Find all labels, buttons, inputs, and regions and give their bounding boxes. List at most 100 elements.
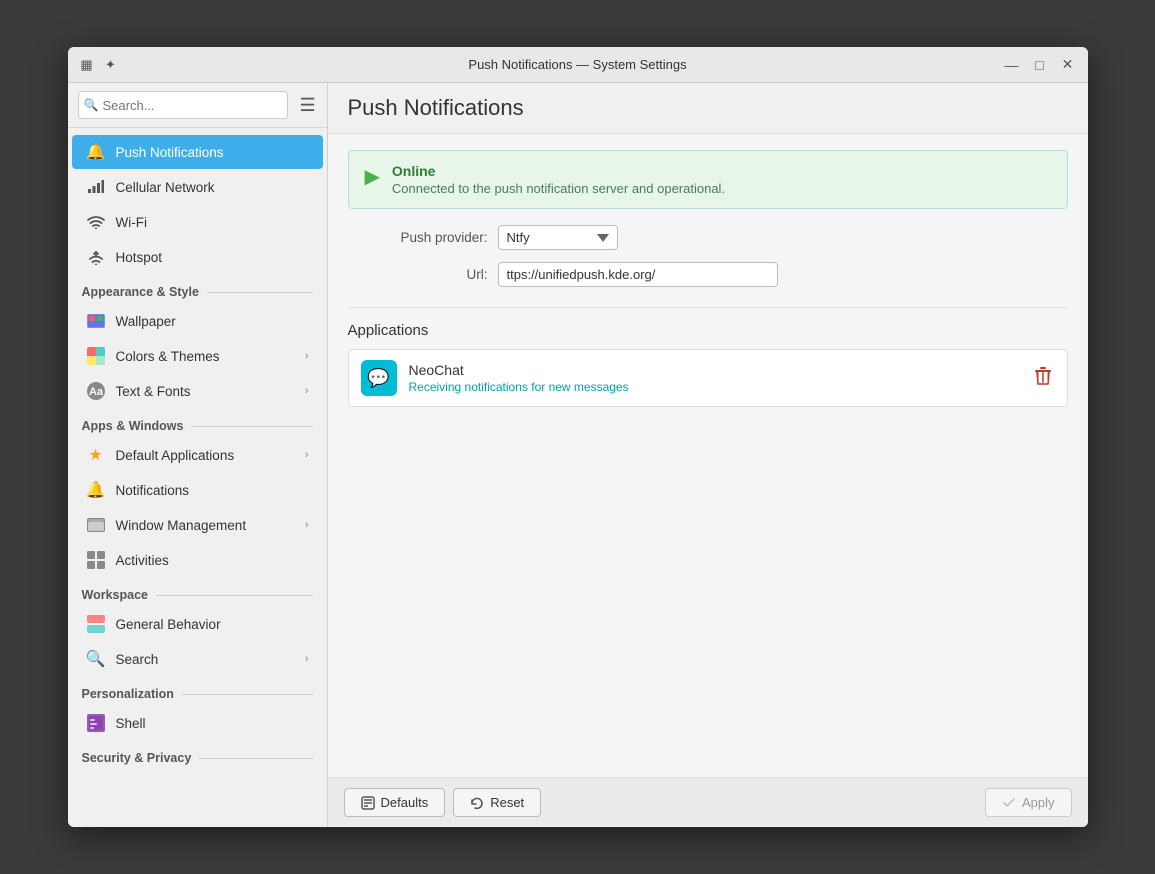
app-icon: ▦: [78, 56, 96, 74]
hotspot-icon: [86, 247, 106, 267]
status-title: Online: [392, 163, 725, 179]
main-layout: 🔍 ☰ 🔔 Push Notifications: [68, 83, 1088, 827]
defaults-icon: [361, 796, 375, 810]
text-fonts-icon: Aa: [86, 381, 106, 401]
app-info: NeoChat Receiving notifications for new …: [409, 362, 1019, 394]
sidebar-item-label: Window Management: [116, 518, 295, 533]
sidebar-item-shell[interactable]: Shell: [72, 706, 323, 740]
url-input[interactable]: [498, 262, 778, 287]
push-notifications-icon: 🔔: [86, 142, 106, 162]
sidebar: 🔍 ☰ 🔔 Push Notifications: [68, 83, 328, 827]
sidebar-item-hotspot[interactable]: Hotspot: [72, 240, 323, 274]
app-name: NeoChat: [409, 362, 1019, 378]
security-section-header: Security & Privacy: [68, 741, 327, 769]
default-apps-icon: ★: [86, 445, 106, 465]
search-input[interactable]: [78, 91, 288, 119]
sidebar-item-default-applications[interactable]: ★ Default Applications ›: [72, 438, 323, 472]
apply-label: Apply: [1022, 795, 1055, 810]
sidebar-item-label: Hotspot: [116, 250, 309, 265]
app-icon: 💬: [361, 360, 397, 396]
sidebar-item-label: Cellular Network: [116, 180, 309, 195]
sidebar-item-label: Colors & Themes: [116, 349, 295, 364]
sidebar-item-label: Default Applications: [116, 448, 295, 463]
status-text: Online Connected to the push notificatio…: [392, 163, 725, 196]
app-delete-button[interactable]: [1031, 363, 1055, 394]
sidebar-item-activities[interactable]: Activities: [72, 543, 323, 577]
chevron-icon: ›: [305, 350, 309, 362]
notifications-icon: 🔔: [86, 480, 106, 500]
apply-button[interactable]: Apply: [985, 788, 1072, 817]
close-button[interactable]: ✕: [1058, 55, 1078, 75]
content-area: Push Notifications ▶ Online Connected to…: [328, 83, 1088, 827]
titlebar: ▦ ✦ Push Notifications — System Settings…: [68, 47, 1088, 83]
chevron-icon: ›: [305, 653, 309, 665]
pin-icon: ✦: [102, 56, 120, 74]
status-online-icon: ▶: [365, 164, 380, 189]
maximize-button[interactable]: □: [1030, 55, 1050, 75]
window-management-icon: [86, 515, 106, 535]
page-title: Push Notifications: [348, 95, 1068, 121]
minimize-button[interactable]: —: [1002, 55, 1022, 75]
sidebar-item-label: Shell: [116, 716, 309, 731]
apply-icon: [1002, 796, 1016, 810]
applications-title: Applications: [348, 322, 1068, 339]
wallpaper-icon: [86, 311, 106, 331]
applications-section: Applications 💬 NeoChat Receiving notific…: [348, 307, 1068, 407]
sidebar-item-cellular-network[interactable]: Cellular Network: [72, 170, 323, 204]
chevron-icon: ›: [305, 449, 309, 461]
content-body: ▶ Online Connected to the push notificat…: [328, 134, 1088, 777]
sidebar-item-text-fonts[interactable]: Aa Text & Fonts ›: [72, 374, 323, 408]
sidebar-item-wallpaper[interactable]: Wallpaper: [72, 304, 323, 338]
sidebar-item-label: Search: [116, 652, 295, 667]
provider-select[interactable]: Ntfy: [498, 225, 618, 250]
defaults-button[interactable]: Defaults: [344, 788, 446, 817]
main-window: ▦ ✦ Push Notifications — System Settings…: [68, 47, 1088, 827]
sidebar-item-label: Push Notifications: [116, 145, 309, 160]
cellular-icon: [86, 177, 106, 197]
status-description: Connected to the push notification serve…: [392, 181, 725, 196]
workspace-section-header: Workspace: [68, 578, 327, 606]
sidebar-item-label: Wallpaper: [116, 314, 309, 329]
search-container: 🔍: [78, 91, 288, 119]
chevron-icon: ›: [305, 385, 309, 397]
sidebar-header: 🔍 ☰: [68, 83, 327, 128]
sidebar-item-general-behavior[interactable]: General Behavior: [72, 607, 323, 641]
sidebar-item-push-notifications[interactable]: 🔔 Push Notifications: [72, 135, 323, 169]
bottom-bar: Defaults Reset Apply: [328, 777, 1088, 827]
sidebar-nav: 🔔 Push Notifications Cellular Network: [68, 128, 327, 775]
sidebar-item-label: Text & Fonts: [116, 384, 295, 399]
apps-section-header: Apps & Windows: [68, 409, 327, 437]
sidebar-item-search[interactable]: 🔍 Search ›: [72, 642, 323, 676]
titlebar-controls: — □ ✕: [1002, 55, 1078, 75]
svg-text:Aa: Aa: [88, 386, 103, 398]
appearance-section-header: Appearance & Style: [68, 275, 327, 303]
status-banner: ▶ Online Connected to the push notificat…: [348, 150, 1068, 209]
reset-button[interactable]: Reset: [453, 788, 541, 817]
reset-label: Reset: [490, 795, 524, 810]
sidebar-item-window-management[interactable]: Window Management ›: [72, 508, 323, 542]
reset-icon: [470, 796, 484, 810]
activities-icon: [86, 550, 106, 570]
titlebar-left: ▦ ✦: [78, 56, 120, 74]
app-description: Receiving notifications for new messages: [409, 380, 1019, 394]
sidebar-item-label: General Behavior: [116, 617, 309, 632]
content-header: Push Notifications: [328, 83, 1088, 134]
provider-row: Push provider: Ntfy: [348, 225, 1068, 250]
personalization-section-header: Personalization: [68, 677, 327, 705]
wifi-icon: [86, 212, 106, 232]
sidebar-item-label: Activities: [116, 553, 309, 568]
sidebar-item-colors-themes[interactable]: Colors & Themes ›: [72, 339, 323, 373]
hamburger-button[interactable]: ☰: [296, 93, 320, 118]
chevron-icon: ›: [305, 519, 309, 531]
url-row: Url:: [348, 262, 1068, 287]
provider-label: Push provider:: [348, 230, 488, 245]
shell-icon: [86, 713, 106, 733]
sidebar-item-label: Notifications: [116, 483, 309, 498]
sidebar-item-wifi[interactable]: Wi-Fi: [72, 205, 323, 239]
sidebar-item-notifications[interactable]: 🔔 Notifications: [72, 473, 323, 507]
window-title: Push Notifications — System Settings: [468, 57, 686, 72]
defaults-label: Defaults: [381, 795, 429, 810]
search-sidebar-icon: 🔍: [86, 649, 106, 669]
general-behavior-icon: [86, 614, 106, 634]
colors-themes-icon: [86, 346, 106, 366]
